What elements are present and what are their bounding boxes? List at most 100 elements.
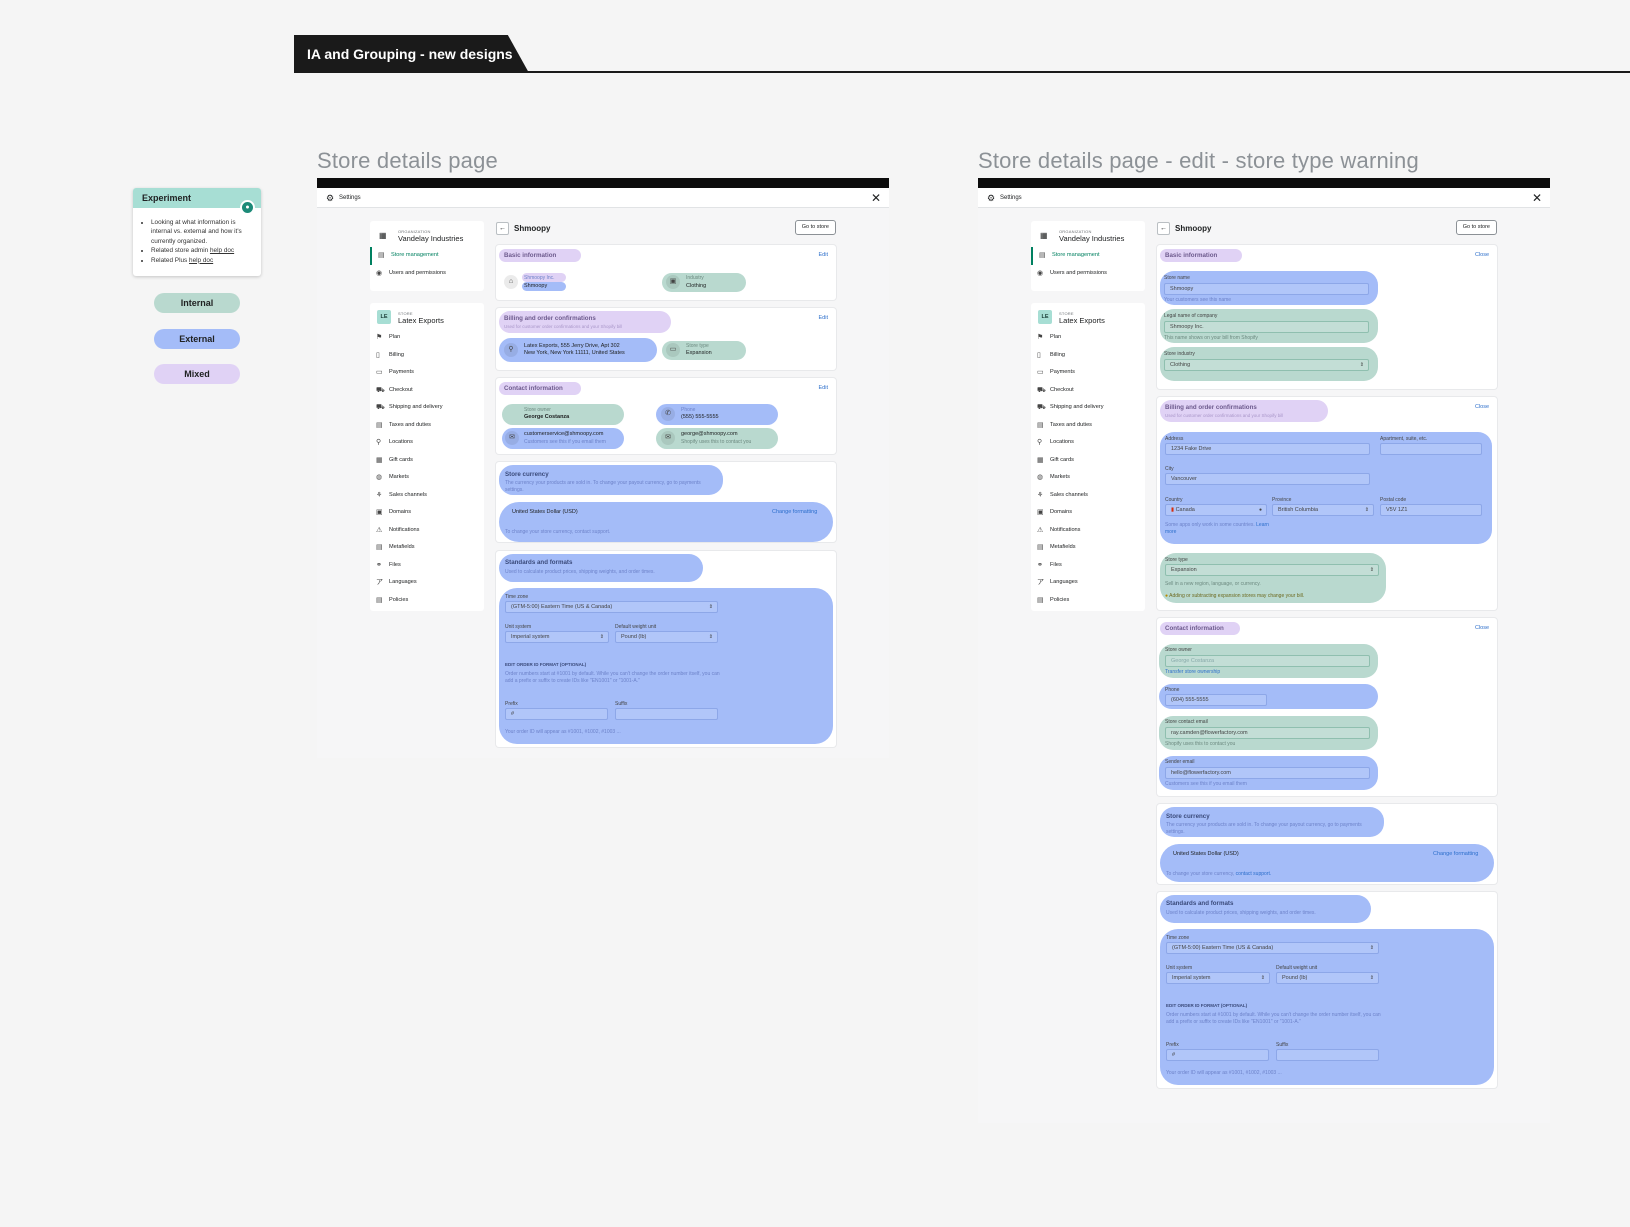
change-formatting-link[interactable]: Change formatting <box>1433 851 1478 857</box>
edit-basic-link[interactable]: Edit <box>819 252 828 258</box>
contact-support-link[interactable]: contact support. <box>1236 871 1272 877</box>
section-header: IA and Grouping - new designs <box>294 35 1630 73</box>
nav-icon: ▤ <box>376 421 383 429</box>
store-sidebar: LE STORE Latex Exports ⚑ Plan ▯ Billing ▭ Payme… <box>370 303 484 611</box>
sidebar-item-label: Locations <box>389 439 413 445</box>
sidebar-item-markets[interactable]: ◍ Markets <box>370 469 484 487</box>
close-basic-link[interactable]: Close <box>1475 252 1489 258</box>
sidebar-item-gift-cards[interactable]: ▦ Gift cards <box>370 452 484 470</box>
contact-edit-card: Contact information Close Store owner Ge… <box>1157 618 1497 796</box>
sidebar-item-taxes-and-duties[interactable]: ▤ Taxes and duties <box>1031 417 1145 435</box>
help-doc-link[interactable]: help doc <box>210 247 234 254</box>
sidebar-item-gift-cards[interactable]: ▦ Gift cards <box>1031 452 1145 470</box>
sidebar-item-sales-channels[interactable]: ⚘ Sales channels <box>370 487 484 505</box>
timezone-select[interactable]: (GTM-5:00) Eastern Time (US & Canada) ⇕ <box>1166 942 1379 954</box>
postal-code-input[interactable]: V5V 1Z1 <box>1380 504 1482 516</box>
sidebar-item-payments[interactable]: ▭ Payments <box>1031 364 1145 382</box>
sidebar-item-users[interactable]: ◉ Users and permissions <box>1031 265 1145 283</box>
change-formatting-link[interactable]: Change formatting <box>772 509 817 515</box>
province-select[interactable]: British Columbia ⇕ <box>1272 504 1374 516</box>
store-details-edit-frame: ⚙ Settings ✕ ▦ ORGANIZATION Vandelay Industr… <box>978 178 1550 1123</box>
sidebar-item-checkout[interactable]: ⛟ Checkout <box>370 382 484 400</box>
suffix-input[interactable] <box>615 708 718 720</box>
sidebar-item-payments[interactable]: ▭ Payments <box>370 364 484 382</box>
city-input[interactable]: Vancouver <box>1165 473 1370 485</box>
sidebar-item-notifications[interactable]: ⚠ Notifications <box>370 522 484 540</box>
billing-heading: Billing and order confirmations <box>504 315 596 322</box>
sidebar-item-metafields[interactable]: ▤ Metafields <box>370 539 484 557</box>
sidebar-item-notifications[interactable]: ⚠ Notifications <box>1031 522 1145 540</box>
prefix-input[interactable]: # <box>505 708 608 720</box>
weight-unit-select[interactable]: Pound (lb) ⇕ <box>1276 972 1379 984</box>
sidebar-item-files[interactable]: ⚭ Files <box>1031 557 1145 575</box>
edit-contact-link[interactable]: Edit <box>819 385 828 391</box>
store-title: Shmoopy <box>514 224 551 233</box>
sidebar-item-locations[interactable]: ⚲ Locations <box>1031 434 1145 452</box>
go-to-store-button[interactable]: Go to store <box>1455 220 1497 235</box>
sidebar-item-label: Taxes and duties <box>1050 421 1092 428</box>
edit-billing-link[interactable]: Edit <box>819 315 828 321</box>
phone-input[interactable]: (604) 555-5555 <box>1165 694 1267 706</box>
sidebar-item-billing[interactable]: ▯ Billing <box>370 347 484 365</box>
phone-text: (555) 555-5555 <box>681 414 719 420</box>
sidebar-item-languages[interactable]: ア Languages <box>370 574 484 592</box>
admin-topbar <box>978 178 1550 188</box>
nav-icon: ▤ <box>376 544 383 551</box>
sidebar-item-taxes-and-duties[interactable]: ▤ Taxes and duties <box>370 417 484 435</box>
billing-card: Billing and order confirmations Used for… <box>496 308 836 370</box>
standards-card: Standards and formats Used to calculate … <box>496 551 836 747</box>
address-input[interactable]: 1234 Fake Drive <box>1165 443 1370 455</box>
apartment-input[interactable] <box>1380 443 1482 455</box>
contact-email-input[interactable]: ray.camden@flowerfactory.com <box>1165 727 1370 739</box>
timezone-select[interactable]: (GTM-5:00) Eastern Time (US & Canada) ⇕ <box>505 601 718 613</box>
sidebar-item-users[interactable]: ◉ Users and permissions <box>370 265 484 283</box>
industry-select[interactable]: Clothing ⇕ <box>1164 359 1369 371</box>
sidebar-item-billing[interactable]: ▯ Billing <box>1031 347 1145 365</box>
back-arrow-icon[interactable]: ← <box>1157 222 1170 235</box>
sidebar-item-policies[interactable]: ▤ Policies <box>370 592 484 610</box>
sidebar-item-label: Shipping and delivery <box>1050 404 1104 410</box>
sidebar-item-checkout[interactable]: ⛟ Checkout <box>1031 382 1145 400</box>
sidebar-item-plan[interactable]: ⚑ Plan <box>370 329 484 347</box>
sidebar-item-label: Billing <box>1050 351 1065 358</box>
sidebar-item-sales-channels[interactable]: ⚘ Sales channels <box>1031 487 1145 505</box>
sidebar-item-domains[interactable]: ▣ Domains <box>370 504 484 522</box>
experiment-title: Experiment <box>142 193 192 203</box>
close-icon[interactable]: ✕ <box>871 188 881 208</box>
gear-icon: ⚙ <box>326 193 335 203</box>
nav-icon: ▯ <box>1037 351 1041 359</box>
sidebar-item-plan[interactable]: ⚑ Plan <box>1031 329 1145 347</box>
sidebar-item-languages[interactable]: ア Languages <box>1031 574 1145 592</box>
store-title: Shmoopy <box>1175 224 1212 233</box>
sidebar-item-store-management[interactable]: ▤ Store management <box>1031 247 1145 265</box>
legal-name-input[interactable]: Shmoopy Inc. <box>1164 321 1369 333</box>
contact-support-link[interactable]: contact support. <box>575 529 611 535</box>
back-arrow-icon[interactable]: ← <box>496 222 509 235</box>
transfer-ownership-link[interactable]: Transfer store ownership <box>1165 669 1220 675</box>
sidebar-item-policies[interactable]: ▤ Policies <box>1031 592 1145 610</box>
sidebar-item-locations[interactable]: ⚲ Locations <box>370 434 484 452</box>
store-type-select[interactable]: Expansion ⇕ <box>1165 564 1379 576</box>
prefix-input[interactable]: # <box>1166 1049 1269 1061</box>
sidebar-item-store-management[interactable]: ▤ Store management <box>370 247 484 265</box>
weight-unit-select[interactable]: Pound (lb) ⇕ <box>615 631 718 643</box>
main-content: ← Shmoopy Go to store <box>1157 220 1497 238</box>
sidebar-item-shipping-and-delivery[interactable]: ⛟ Shipping and delivery <box>1031 399 1145 417</box>
plus-help-doc-link[interactable]: help doc <box>189 257 213 264</box>
sidebar-item-shipping-and-delivery[interactable]: ⛟ Shipping and delivery <box>370 399 484 417</box>
unit-system-select[interactable]: Imperial system ⇕ <box>1166 972 1270 984</box>
sidebar-item-markets[interactable]: ◍ Markets <box>1031 469 1145 487</box>
close-billing-link[interactable]: Close <box>1475 404 1489 410</box>
sidebar-item-files[interactable]: ⚭ Files <box>370 557 484 575</box>
suffix-input[interactable] <box>1276 1049 1379 1061</box>
sidebar-item-domains[interactable]: ▣ Domains <box>1031 504 1145 522</box>
store-name: Latex Exports <box>1059 316 1105 325</box>
store-name-input[interactable]: Shmoopy <box>1164 283 1369 295</box>
country-select[interactable]: ▮ Canada ● <box>1165 504 1267 516</box>
go-to-store-button[interactable]: Go to store <box>794 220 836 235</box>
unit-system-select[interactable]: Imperial system ⇕ <box>505 631 609 643</box>
close-icon[interactable]: ✕ <box>1532 188 1542 208</box>
sidebar-item-metafields[interactable]: ▤ Metafields <box>1031 539 1145 557</box>
close-contact-link[interactable]: Close <box>1475 625 1489 631</box>
sender-email-input[interactable]: hello@flowerfactory.com <box>1165 767 1370 779</box>
